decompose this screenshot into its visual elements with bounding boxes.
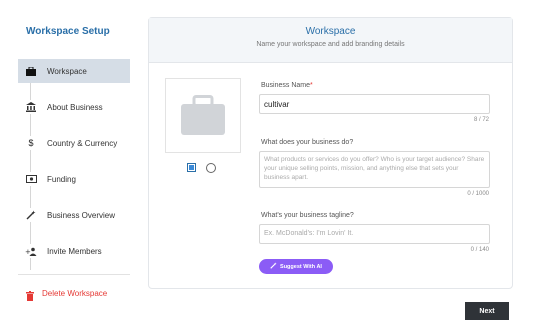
sidebar-item-funding[interactable]: Funding xyxy=(18,167,130,191)
money-icon xyxy=(24,172,38,186)
sidebar-item-business-overview[interactable]: Business Overview xyxy=(18,203,130,227)
sidebar-item-invite-members[interactable]: + Invite Members xyxy=(18,239,130,263)
sidebar-item-label: Workspace xyxy=(47,66,87,76)
business-name-counter: 8 / 72 xyxy=(473,117,489,123)
description-label: What does your business do? xyxy=(261,139,354,146)
square-selected-indicator xyxy=(189,165,194,170)
card-subtitle: Name your workspace and add branding det… xyxy=(256,41,405,48)
required-mark: * xyxy=(310,82,313,89)
tagline-counter: 0 / 140 xyxy=(470,247,489,253)
dollar-icon: $ xyxy=(24,136,38,150)
tagline-input[interactable]: Ex. McDonald's: I'm Lovin' It. xyxy=(259,224,490,244)
sidebar-title: Workspace Setup xyxy=(26,26,110,37)
trash-icon xyxy=(26,288,34,301)
sidebar-item-country-currency[interactable]: $ Country & Currency xyxy=(18,131,130,155)
description-textarea[interactable]: What products or services do you offer? … xyxy=(259,151,490,188)
sidebar-item-about-business[interactable]: About Business xyxy=(18,95,130,119)
sidebar-item-workspace[interactable]: Workspace xyxy=(18,59,130,83)
card-title: Workspace xyxy=(305,26,356,37)
sidebar-item-label: Funding xyxy=(47,174,76,184)
logo-upload[interactable] xyxy=(165,78,241,153)
magic-wand-icon xyxy=(270,262,277,271)
sidebar: Workspace Setup Workspace About Business… xyxy=(0,0,136,336)
tagline-label: What's your business tagline? xyxy=(261,212,354,219)
business-name-input[interactable]: cultivar xyxy=(259,94,490,114)
magic-wand-icon xyxy=(24,208,38,222)
logo-style-square-option[interactable] xyxy=(187,163,196,172)
sidebar-item-label: Business Overview xyxy=(47,210,116,220)
suggest-with-ai-label: Suggest With AI xyxy=(280,263,322,270)
svg-text:+: + xyxy=(25,248,31,256)
next-button[interactable]: Next xyxy=(465,302,509,320)
briefcase-icon xyxy=(24,64,38,78)
business-name-label-text: Business Name xyxy=(261,82,311,89)
briefcase-placeholder-icon xyxy=(181,95,225,135)
delete-workspace-label: Delete Workspace xyxy=(42,288,108,298)
sidebar-item-label: Invite Members xyxy=(47,246,102,256)
card-header: Workspace Name your workspace and add br… xyxy=(149,18,512,63)
suggest-with-ai-button[interactable]: Suggest With AI xyxy=(259,259,333,274)
sidebar-item-label: Country & Currency xyxy=(47,138,118,148)
delete-workspace-button[interactable]: Delete Workspace xyxy=(26,286,108,301)
business-name-label: Business Name* xyxy=(261,82,313,89)
workspace-card: Workspace Name your workspace and add br… xyxy=(148,17,513,289)
description-counter: 0 / 1000 xyxy=(467,191,489,197)
sidebar-item-label: About Business xyxy=(47,102,103,112)
bank-icon xyxy=(24,100,38,114)
add-user-icon: + xyxy=(24,244,38,258)
sidebar-divider xyxy=(18,274,130,275)
logo-style-circle-option[interactable] xyxy=(206,163,216,173)
